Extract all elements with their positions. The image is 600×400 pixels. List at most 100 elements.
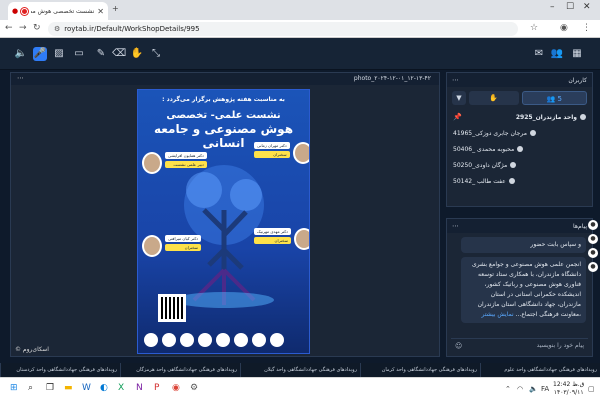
- search-icon[interactable]: ⌕: [28, 383, 33, 393]
- user-status-icon: [529, 130, 536, 136]
- sponsor-logo: [270, 333, 284, 347]
- close-tab-icon[interactable]: ✕: [97, 7, 104, 16]
- reload-icon[interactable]: ↻: [33, 23, 41, 33]
- back-icon[interactable]: ←: [5, 23, 13, 33]
- user-name: مژگان داودی_50250: [453, 161, 508, 169]
- stage-file-title: photo_۲۰۲۴-۱۲-۰۱_۱۲-۱۳-۴۲: [353, 75, 431, 82]
- user-status-icon: [517, 146, 524, 152]
- excel-icon[interactable]: X: [118, 383, 124, 393]
- tray-chevron-icon[interactable]: ⌃: [505, 385, 511, 393]
- camera-off-icon[interactable]: ▨: [52, 47, 66, 61]
- url-field[interactable]: ⚙ roytab.ir/Default/WorkShopDetails/995: [48, 22, 518, 36]
- browser-tab[interactable]: ● نشست تخصصی هوش مصنوعی ✕: [8, 2, 108, 20]
- speaker-role: دبیر علمی نشست: [165, 161, 207, 168]
- show-more-link[interactable]: نمایش بیشتر: [482, 311, 514, 318]
- presentation-stage: ⋯ photo_۲۰۲۴-۱۲-۰۱_۱۲-۱۳-۴۲ به مناسبت هف…: [10, 72, 440, 357]
- forward-icon[interactable]: →: [19, 23, 27, 33]
- pin-icon[interactable]: 📌: [453, 113, 462, 121]
- collapse-icon[interactable]: ⋯: [452, 76, 459, 84]
- user-filters: ▼ ✋ 👥 5: [447, 87, 592, 109]
- collapse-icon[interactable]: ⋯: [452, 222, 459, 230]
- task-view-icon[interactable]: ❐: [46, 383, 54, 393]
- extension-icon[interactable]: ●: [588, 220, 598, 230]
- site-info-icon[interactable]: ⚙: [54, 25, 60, 33]
- speaker-role: سخنران: [165, 244, 202, 251]
- user-row[interactable]: عفت طالب _50142: [447, 173, 592, 189]
- event-tab[interactable]: رویدادهای فرهنگی جهاددانشگاهی واحد علوم: [480, 363, 600, 377]
- exit-fullscreen-icon[interactable]: ⤡: [149, 47, 163, 61]
- language-indicator[interactable]: FA: [541, 385, 549, 393]
- clock-date: ۱۴۰۳/۰۹/۱۱: [553, 389, 584, 396]
- eraser-icon[interactable]: ⌫: [112, 47, 126, 61]
- event-tab[interactable]: رویدادهای فرهنگی جهاددانشگاهی واحد کرمان: [360, 363, 480, 377]
- windows-start-icon[interactable]: ⊞: [10, 383, 18, 393]
- browser-tab-strip: ● نشست تخصصی هوش مصنوعی ✕ + – ☐ ✕: [0, 0, 600, 20]
- close-window-icon[interactable]: ✕: [583, 2, 591, 12]
- stage-menu-icon[interactable]: ⋯: [17, 74, 24, 82]
- event-tab[interactable]: رویدادهای فرهنگی جهاددانشگاهی واحد هرمزگ…: [120, 363, 240, 377]
- new-tab-icon[interactable]: +: [112, 4, 119, 13]
- user-row[interactable]: مژگان داودی_50250: [447, 157, 592, 173]
- users-toggle-icon[interactable]: 👥: [550, 47, 564, 61]
- chat-panel-header: ⋯ پیام‌ها: [447, 219, 592, 233]
- edge-icon[interactable]: ◐: [100, 383, 108, 393]
- extension-icon[interactable]: ●: [588, 234, 598, 244]
- sponsor-logo: [234, 333, 248, 347]
- menu-dots-icon[interactable]: ⋮: [582, 23, 591, 33]
- event-tab[interactable]: رویدادهای فرهنگی جهاددانشگاهی واحد کردست…: [0, 363, 120, 377]
- user-name: واحد مازندران_2925: [515, 113, 577, 121]
- word-icon[interactable]: W: [82, 383, 91, 393]
- powerpoint-icon[interactable]: P: [154, 383, 159, 393]
- volume-icon[interactable]: 🔈: [529, 385, 538, 393]
- chat-input-placeholder: پیام خود را بنویسید: [536, 342, 584, 349]
- user-status-icon: [580, 114, 586, 120]
- chat-message: انجمن علمی هوش مصنوعی و جوامع بشری دانشگ…: [461, 257, 586, 323]
- microphone-icon[interactable]: 🎤: [33, 47, 47, 61]
- user-row[interactable]: مرجان جابری دوزکی_41965: [447, 125, 592, 141]
- speaker-icon[interactable]: 🔈: [14, 47, 28, 61]
- event-tab[interactable]: رویدادهای فرهنگی جهاددانشگاهی واحد گیلان: [240, 363, 360, 377]
- poster-title-line1: نشست علمی- تخصصی: [166, 110, 281, 121]
- settings-icon[interactable]: ⚙: [190, 383, 198, 393]
- chat-input[interactable]: ☺ پیام خود را بنویسید: [451, 338, 588, 352]
- user-row[interactable]: واحد مازندران_2925 📌: [447, 109, 592, 125]
- chat-toggle-icon[interactable]: ✉: [532, 47, 546, 61]
- sponsor-logo: [162, 333, 176, 347]
- sponsor-logo: [216, 333, 230, 347]
- wifi-icon[interactable]: ◠: [517, 385, 523, 393]
- windows-taskbar: ⊞ ⌕ ❐ ▬ W ◐ X N P ◉ ⚙ ⌃ ◠ 🔈 FA 12:42 ق.ظ…: [0, 377, 600, 400]
- minimize-icon[interactable]: –: [550, 2, 555, 12]
- extension-icon[interactable]: ●: [588, 248, 598, 258]
- side-floating-icons: ● ● ● ●: [588, 220, 598, 272]
- screen-share-icon[interactable]: ▭: [72, 47, 86, 61]
- event-tabs: رویدادهای فرهنگی جهاددانشگاهی واحد کردست…: [0, 363, 600, 377]
- apps-grid-icon[interactable]: ▦: [570, 47, 584, 61]
- user-row[interactable]: محبوبه محمدی _50406: [447, 141, 592, 157]
- filter-funnel-icon[interactable]: ▼: [452, 91, 466, 105]
- speaker-photo: [292, 142, 309, 164]
- maximize-icon[interactable]: ☐: [566, 2, 574, 12]
- emoji-icon[interactable]: ☺: [455, 342, 462, 350]
- poster-intro: به مناسبت هفته پژوهش برگزار می‌گردد :: [162, 96, 285, 103]
- system-clock[interactable]: 12:42 ق.ظ ۱۴۰۳/۰۹/۱۱: [553, 381, 584, 397]
- filter-all-users[interactable]: 👥 5: [521, 91, 587, 105]
- extension-icon[interactable]: ●: [588, 262, 598, 272]
- notifications-icon[interactable]: ▢: [588, 385, 595, 393]
- filter-all-count: 5: [557, 95, 562, 103]
- speaker-name: دکتر همایون افرایشی: [165, 152, 207, 159]
- profile-icon[interactable]: ◉: [560, 23, 568, 33]
- user-name: مرجان جابری دوزکی_41965: [453, 129, 527, 137]
- speaker-photo: [142, 235, 162, 257]
- user-name: عفت طالب _50142: [453, 177, 506, 185]
- filter-hand-raised[interactable]: ✋: [468, 91, 519, 105]
- chrome-icon[interactable]: ◉: [172, 383, 180, 393]
- file-explorer-icon[interactable]: ▬: [64, 383, 73, 393]
- onenote-icon[interactable]: N: [136, 383, 143, 393]
- pen-icon[interactable]: ✎: [94, 47, 108, 61]
- hand-raise-icon[interactable]: ✋: [130, 47, 144, 61]
- user-status-icon: [508, 178, 515, 184]
- url-text: roytab.ir/Default/WorkShopDetails/995: [64, 25, 200, 33]
- site-favicon-icon: ●: [12, 7, 19, 15]
- meeting-toolbar: 🔈 🎤 ▨ ▭ ✎ ⌫ ✋ ⤡ ✉ 👥 ▦: [0, 38, 600, 70]
- bookmark-star-icon[interactable]: ☆: [530, 23, 538, 33]
